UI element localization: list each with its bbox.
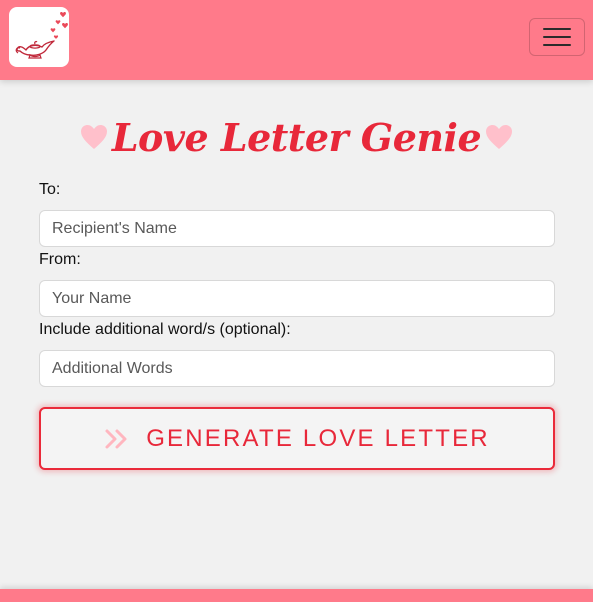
generate-love-letter-button[interactable]: GENERATE LOVE LETTER [39, 407, 555, 470]
page-title: Love Letter Genie [0, 104, 593, 170]
additional-words-label: Include additional word/s (optional): [39, 321, 291, 338]
footer-bar [0, 589, 593, 602]
heart-icon [80, 125, 107, 149]
generate-button-label: GENERATE LOVE LETTER [146, 424, 490, 452]
menu-toggle-button[interactable] [529, 18, 585, 56]
logo[interactable] [9, 7, 69, 67]
to-label: To: [39, 181, 61, 198]
double-chevron-right-icon [105, 429, 127, 448]
from-label: From: [39, 251, 81, 268]
hamburger-menu-icon [543, 28, 571, 46]
recipient-name-input[interactable] [39, 210, 555, 247]
heart-icon [486, 125, 513, 149]
title-text: Love Letter Genie [111, 114, 482, 160]
additional-words-input[interactable] [39, 350, 555, 387]
navbar [0, 0, 593, 80]
magic-lamp-with-hearts-icon [15, 12, 68, 59]
sender-name-input[interactable] [39, 280, 555, 317]
